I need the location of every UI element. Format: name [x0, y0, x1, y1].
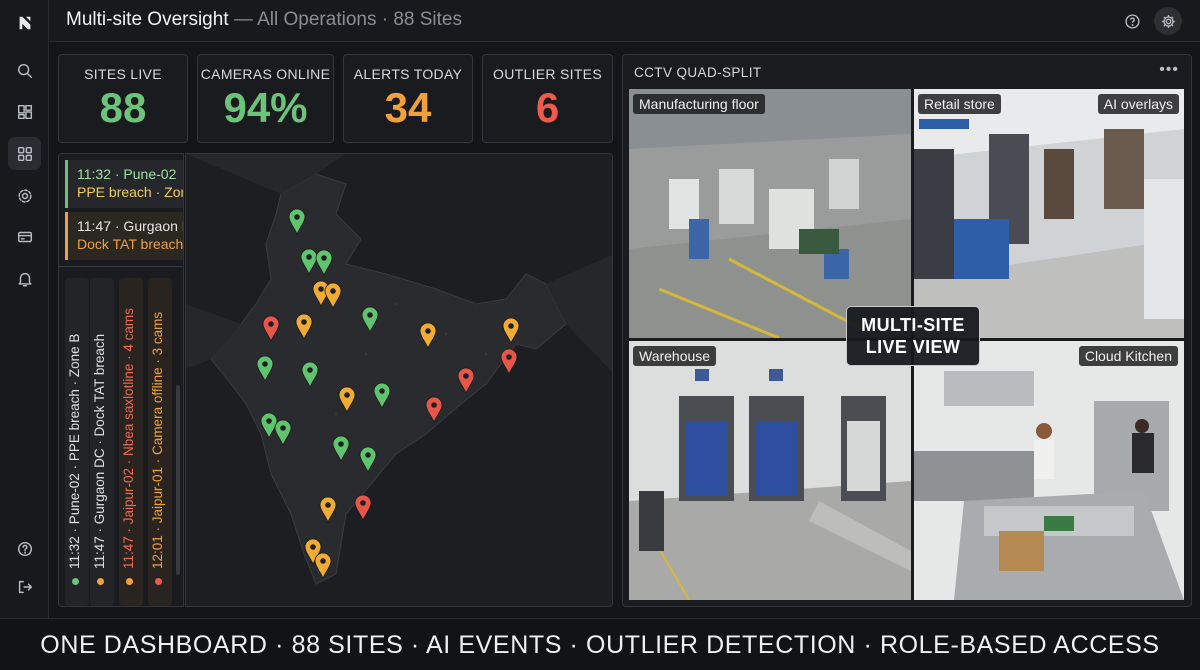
map-pin-center: [321, 255, 327, 261]
more-horizontal-icon[interactable]: •••: [1159, 61, 1179, 79]
gear-icon[interactable]: [8, 179, 41, 212]
alert-column-text: 11:32 · Pune-02 · PPE breach · Zone B: [67, 334, 82, 585]
alert-column[interactable]: 11:32 · Pune-02 · PPE breach · Zone B: [65, 278, 89, 606]
dashboard-icon[interactable]: [8, 95, 41, 128]
kpi-value: 88: [99, 84, 147, 131]
bell-icon[interactable]: [8, 262, 41, 295]
map-pin-center: [307, 367, 313, 373]
camera-label: Cloud Kitchen: [1078, 346, 1178, 366]
map-pin-center: [379, 388, 385, 394]
map-pin-center: [338, 441, 344, 447]
map-pin-center: [262, 361, 268, 367]
feed-image: [914, 89, 1184, 338]
sidebar: [0, 0, 49, 618]
alert-time-site: 11:47 · Gurgaon DC: [77, 218, 183, 234]
alerts-feed[interactable]: 11:32 · Pune-02 PPE breach · Zone B 11:4…: [58, 153, 184, 607]
kpi-label: CAMERAS ONLINE: [200, 66, 331, 82]
status-dot: [154, 578, 162, 585]
feed-image: [629, 89, 911, 338]
card-icon[interactable]: [8, 220, 41, 253]
map-pin-center: [367, 312, 373, 318]
map-pin-center: [365, 452, 371, 458]
map-pin-center: [306, 254, 312, 260]
feed-manufacturing-floor[interactable]: Manufacturing floor: [629, 89, 911, 338]
title-main: Multi-site Oversight: [66, 9, 229, 30]
feed-image: [629, 341, 911, 600]
help-icon[interactable]: [8, 532, 41, 565]
map-pin-center: [508, 323, 514, 329]
live-view-badge: MULTI-SITE LIVE VIEW: [846, 306, 980, 366]
grid-icon[interactable]: [8, 137, 41, 170]
sites-map[interactable]: [185, 153, 613, 607]
map-pin-center: [280, 425, 286, 431]
feed-image: [914, 341, 1184, 600]
camera-label: Warehouse: [633, 346, 717, 366]
divider: [59, 266, 183, 267]
header: Multi-site Oversight — All Operations · …: [49, 0, 1200, 42]
status-dot: [71, 578, 79, 585]
map-pin-center: [320, 558, 326, 564]
search-icon[interactable]: [8, 54, 41, 87]
kpi-cameras-online: CAMERAS ONLINE 94%: [197, 54, 334, 143]
camera-label: Retail store: [918, 94, 1001, 114]
map-pin-center: [463, 373, 469, 379]
status-dot: [125, 578, 133, 585]
alert-column-text: 11:47 · Gurgaon DC · Dock TAT breach: [92, 334, 107, 585]
map-pin-center: [344, 392, 350, 398]
cctv-title: CCTV QUAD-SPLIT: [634, 65, 762, 80]
map-pin-center: [431, 402, 437, 408]
map-pin-center: [301, 319, 307, 325]
kpi-value: 34: [384, 84, 432, 131]
feed-retail-store[interactable]: Retail store AI overlays: [914, 89, 1184, 338]
alerts-scrollbar[interactable]: [176, 385, 180, 575]
alert-card[interactable]: 11:32 · Pune-02 PPE breach · Zone B: [65, 160, 183, 208]
footer-tagline: ONE DASHBOARD · 88 SITES · AI EVENTS · O…: [0, 618, 1200, 670]
india-map: [186, 154, 612, 606]
map-pin-center: [325, 502, 331, 508]
map-pin-center: [360, 500, 366, 506]
page-title: Multi-site Oversight — All Operations · …: [66, 9, 462, 31]
alert-column[interactable]: 11:47 · Gurgaon DC · Dock TAT breach: [90, 278, 114, 606]
kpi-value: 94%: [223, 84, 308, 131]
map-pin-center: [425, 328, 431, 334]
alert-column[interactable]: 11:47 · Jaipur-02 · Nbea saxlotline · 4 …: [119, 278, 143, 606]
kpi-value: 6: [535, 84, 560, 131]
map-pin-center: [506, 354, 512, 360]
camera-label: Manufacturing floor: [633, 94, 765, 114]
map-pin-center: [268, 321, 274, 327]
map-pin-center: [294, 214, 300, 220]
ai-overlays-label: AI overlays: [1097, 94, 1179, 114]
kpi-outlier-sites: OUTLIER SITES 6: [482, 54, 613, 143]
alert-column[interactable]: 12:01 · Jaipur-01 · Camera offline · 3 c…: [148, 278, 172, 606]
map-pin-center: [330, 288, 336, 294]
feed-cloud-kitchen[interactable]: Cloud Kitchen: [914, 341, 1184, 600]
kpi-label: ALERTS TODAY: [353, 66, 463, 82]
status-dot: [96, 578, 104, 585]
title-subtitle: — All Operations · 88 Sites: [233, 9, 462, 30]
badge-line-2: LIVE VIEW: [865, 337, 961, 357]
gear-icon: [1161, 14, 1175, 28]
kpi-sites-live: SITES LIVE 88: [58, 54, 188, 143]
badge-line-1: MULTI-SITE: [861, 315, 965, 335]
logout-icon[interactable]: [8, 570, 41, 603]
alert-column-text: 11:47 · Jaipur-02 · Nbea saxlotline · 4 …: [121, 308, 136, 585]
map-pin-center: [318, 286, 324, 292]
map-pin-center: [310, 544, 316, 550]
alert-card[interactable]: 11:47 · Gurgaon DC Dock TAT breach: [65, 212, 183, 260]
feed-warehouse[interactable]: Warehouse: [629, 341, 911, 600]
kpi-alerts-today: ALERTS TODAY 34: [343, 54, 473, 143]
help-circle-icon[interactable]: [1118, 7, 1146, 35]
alert-description: Dock TAT breach: [77, 236, 183, 252]
alert-description: PPE breach · Zone B: [77, 184, 183, 200]
settings-button[interactable]: [1154, 7, 1182, 35]
kpi-label: OUTLIER SITES: [493, 66, 602, 82]
alert-column-text: 12:01 · Jaipur-01 · Camera offline · 3 c…: [150, 312, 165, 585]
brand-logo-icon[interactable]: [8, 6, 41, 39]
kpi-label: SITES LIVE: [84, 66, 162, 82]
alert-time-site: 11:32 · Pune-02: [77, 166, 177, 182]
map-pin-center: [266, 418, 272, 424]
